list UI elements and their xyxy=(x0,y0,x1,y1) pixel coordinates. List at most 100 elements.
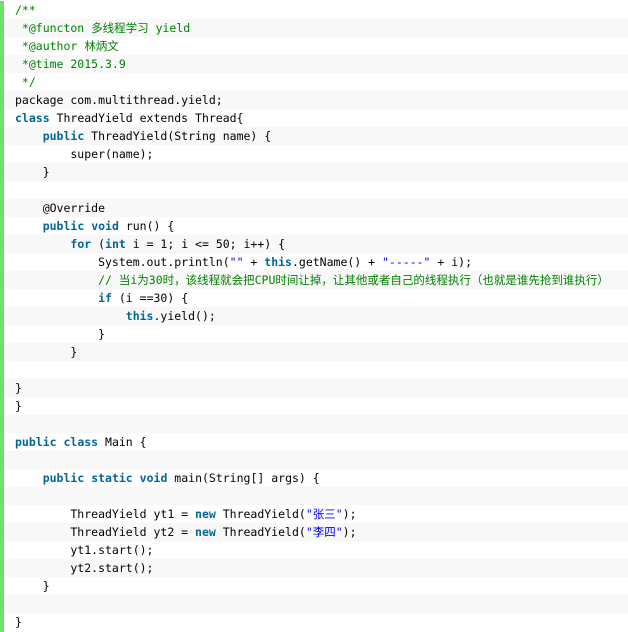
code-token-plain: ( xyxy=(91,237,106,251)
code-line: public ThreadYield(String name) { xyxy=(4,127,628,145)
code-line xyxy=(4,595,628,613)
code-line: if (i ==30) { xyxy=(4,289,628,307)
code-token-keyword: this xyxy=(125,309,154,323)
code-token-string: "" xyxy=(229,255,244,269)
code-line: for (int i = 1; i <= 50; i++) { xyxy=(4,235,628,253)
code-token-keyword: static xyxy=(91,471,133,485)
code-token-plain: ); xyxy=(342,507,357,521)
code-token-plain: ThreadYield yt1 = xyxy=(15,507,196,521)
code-token-plain: (i ==30) { xyxy=(111,291,189,305)
code-line: this.yield(); xyxy=(4,307,628,325)
code-line: } xyxy=(4,397,628,415)
code-line: /** xyxy=(4,1,628,19)
code-block: /** *@functon 多线程学习 yield *@author 林炳文 *… xyxy=(0,1,628,632)
code-token-plain: System.out.println( xyxy=(15,255,230,269)
code-token-string: "张三" xyxy=(305,507,343,521)
code-line: *@time 2015.3.9 xyxy=(4,55,628,73)
code-line: public class Main { xyxy=(4,433,628,451)
code-token-plain: ThreadYield(String name) { xyxy=(84,129,272,143)
code-token-plain: ThreadYield( xyxy=(215,507,306,521)
code-token-comment: *@time 2015.3.9 xyxy=(15,57,126,71)
code-line: */ xyxy=(4,73,628,91)
code-token-comment: /** xyxy=(15,3,36,17)
code-line: } xyxy=(4,343,628,361)
code-token-plain: ThreadYield( xyxy=(215,525,306,539)
code-token-plain: } xyxy=(15,165,50,179)
code-token-plain: yt1.start(); xyxy=(15,543,154,557)
code-token-keyword: new xyxy=(195,507,216,521)
code-line: } xyxy=(4,379,628,397)
code-token-plain: } xyxy=(15,615,22,629)
code-token-plain: ThreadYield yt2 = xyxy=(15,525,196,539)
code-token-keyword: this xyxy=(264,255,292,269)
code-token-plain: } xyxy=(15,579,50,593)
code-token-plain: Main { xyxy=(98,435,147,449)
code-token-plain: } xyxy=(15,381,22,395)
code-token-plain: + i); xyxy=(430,255,473,269)
code-token-plain: .getName() + xyxy=(291,255,382,269)
code-line: } xyxy=(4,577,628,595)
code-token-plain: + xyxy=(243,255,265,269)
code-token-plain: super(name); xyxy=(15,147,154,161)
code-line: *@author 林炳文 xyxy=(4,37,628,55)
code-line xyxy=(4,451,628,469)
code-token-keyword: int xyxy=(105,237,126,251)
code-token-plain: ); xyxy=(342,525,357,539)
code-line: package com.multithread.yield; xyxy=(4,91,628,109)
code-token-comment: *@functon 多线程学习 yield xyxy=(15,21,191,35)
code-line: yt2.start(); xyxy=(4,559,628,577)
code-token-plain: run() { xyxy=(118,219,175,233)
code-token-keyword: public xyxy=(42,129,85,143)
code-line xyxy=(4,487,628,505)
code-token-keyword: public xyxy=(15,435,57,449)
code-line: public static void main(String[] args) { xyxy=(4,469,628,487)
code-token-plain: package com.multithread.yield; xyxy=(15,93,223,107)
code-line: } xyxy=(4,163,628,181)
code-token-plain: } xyxy=(15,345,78,359)
code-token-comment: // 当i为30时，该线程就会把CPU时间让掉，让其他或者自己的线程执行（也就是… xyxy=(98,273,609,287)
code-line: ThreadYield yt1 = new ThreadYield("张三"); xyxy=(4,505,628,523)
code-line: } xyxy=(4,613,628,631)
code-line: } xyxy=(4,325,628,343)
code-token-keyword: for xyxy=(70,237,92,251)
code-token-comment: */ xyxy=(15,75,36,89)
code-line: // 当i为30时，该线程就会把CPU时间让掉，让其他或者自己的线程执行（也就是… xyxy=(4,271,628,289)
code-token-keyword: class xyxy=(63,435,99,449)
code-token-plain: main(String[] args) { xyxy=(167,471,320,485)
code-token-keyword: if xyxy=(98,291,112,305)
code-token-plain: ThreadYield extends Thread{ xyxy=(49,111,244,125)
code-line xyxy=(4,415,628,433)
code-line: System.out.println("" + this.getName() +… xyxy=(4,253,628,271)
code-token-keyword: void xyxy=(91,219,119,233)
code-token-plain: } xyxy=(15,399,22,413)
code-token-plain: @Override xyxy=(15,201,106,215)
code-token-plain: } xyxy=(15,327,106,341)
code-token-keyword: class xyxy=(15,111,50,125)
code-line: super(name); xyxy=(4,145,628,163)
code-token-keyword: public xyxy=(42,471,85,485)
code-token-plain: yt2.start(); xyxy=(15,561,154,575)
code-token-comment: *@author 林炳文 xyxy=(15,39,119,53)
code-token-keyword: new xyxy=(195,525,216,539)
code-token-keyword: void xyxy=(139,471,168,485)
code-line: class ThreadYield extends Thread{ xyxy=(4,109,628,127)
code-line: *@functon 多线程学习 yield xyxy=(4,19,628,37)
code-token-plain: .yield(); xyxy=(153,309,216,323)
code-token-string: "-----" xyxy=(382,255,431,269)
code-line: yt1.start(); xyxy=(4,541,628,559)
code-line: public void run() { xyxy=(4,217,628,235)
code-line: @Override xyxy=(4,199,628,217)
code-line: ThreadYield yt2 = new ThreadYield("李四"); xyxy=(4,523,628,541)
code-token-string: "李四" xyxy=(305,525,343,539)
code-token-keyword: public xyxy=(42,219,85,233)
